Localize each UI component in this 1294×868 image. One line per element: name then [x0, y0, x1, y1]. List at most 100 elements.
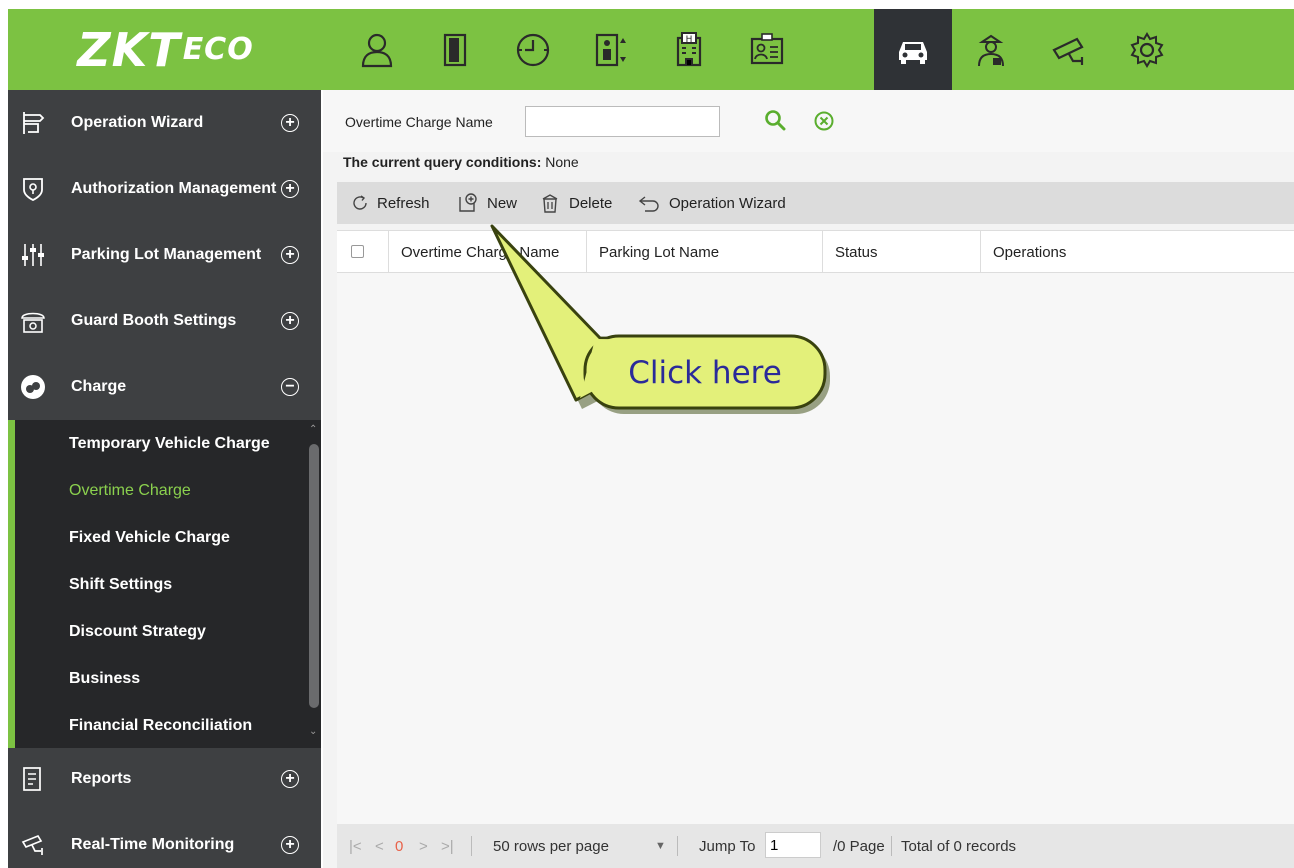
operation-wizard-button[interactable]: Operation Wizard: [637, 182, 786, 224]
pagination-bar: |< < 0 > >| 50 rows per page ▼ Jump To /…: [337, 824, 1294, 868]
module-elevator[interactable]: [572, 9, 650, 90]
module-visitor[interactable]: [728, 9, 806, 90]
select-all-cell: [337, 231, 389, 273]
expand-icon[interactable]: +: [281, 770, 299, 788]
column-header-overtime-charge-name[interactable]: Overtime Charge Name: [389, 231, 587, 273]
submenu-scrollbar[interactable]: ⌃ ⌄: [305, 420, 321, 748]
sidebar-item-label: Real-Time Monitoring: [71, 836, 235, 853]
expand-icon[interactable]: +: [281, 246, 299, 264]
module-personnel[interactable]: [338, 9, 416, 90]
elevator-icon: [595, 33, 626, 66]
pager-divider: [677, 836, 678, 856]
query-conditions-label: The current query conditions:: [343, 154, 542, 170]
jump-to-label: Jump To: [699, 837, 756, 855]
sidebar-item-charge[interactable]: Charge −: [8, 354, 321, 420]
module-video[interactable]: [1030, 9, 1108, 90]
submenu-item-shift-settings[interactable]: Shift Settings: [69, 576, 172, 594]
expand-icon[interactable]: +: [281, 312, 299, 330]
clear-search-icon[interactable]: [813, 110, 835, 132]
select-all-checkbox[interactable]: [351, 245, 364, 258]
expand-icon[interactable]: +: [281, 114, 299, 132]
zkteco-logo: ZKT ECO: [8, 9, 323, 90]
sidebar-item-reports[interactable]: Reports +: [8, 746, 321, 812]
column-header-parking-lot-name[interactable]: Parking Lot Name: [587, 231, 823, 273]
scroll-down-icon[interactable]: ⌄: [309, 726, 317, 737]
search-icon[interactable]: [763, 108, 787, 132]
column-header-operations: Operations: [993, 243, 1067, 261]
submenu-accent-bar: [8, 420, 15, 748]
collapse-icon[interactable]: −: [281, 378, 299, 396]
column-header-status[interactable]: Status: [823, 231, 981, 273]
sidebar-item-label: Operation Wizard: [71, 114, 204, 131]
current-page-number: 0: [395, 837, 404, 855]
page-total: /0 Page: [833, 837, 885, 855]
pager-divider: [471, 836, 472, 856]
search-panel: Overtime Charge Name: [323, 90, 1294, 152]
video-camera-icon: [1052, 37, 1084, 65]
submenu-item-financial-reconciliation[interactable]: Financial Reconciliation: [69, 717, 252, 735]
parking-car-icon: [899, 41, 927, 64]
overtime-charge-name-input[interactable]: [525, 106, 720, 137]
total-records: Total of 0 records: [901, 837, 1017, 855]
main-content: Overtime Charge Name The current query c…: [323, 90, 1294, 868]
prev-page-icon[interactable]: <: [375, 824, 384, 868]
module-access[interactable]: [416, 9, 494, 90]
submenu-item-fixed-vehicle-charge[interactable]: Fixed Vehicle Charge: [69, 529, 230, 547]
module-patrol[interactable]: [952, 9, 1030, 90]
operation-wizard-label: Operation Wizard: [669, 194, 786, 212]
scroll-up-icon[interactable]: ⌃: [309, 424, 317, 435]
expand-icon[interactable]: +: [281, 836, 299, 854]
expand-icon[interactable]: +: [281, 180, 299, 198]
reports-doc-icon: [20, 766, 46, 792]
sidebar-item-guard-booth-settings[interactable]: Guard Booth Settings +: [8, 288, 321, 354]
sidebar-item-parking-lot-management[interactable]: Parking Lot Management +: [8, 222, 321, 288]
data-table: Overtime Charge Name Parking Lot Name St…: [337, 230, 1294, 824]
submenu-item-overtime-charge[interactable]: Overtime Charge: [69, 482, 191, 500]
submenu-item-temporary-vehicle-charge[interactable]: Temporary Vehicle Charge: [69, 435, 270, 453]
last-page-icon[interactable]: >|: [441, 824, 454, 868]
monitoring-camera-icon: [20, 832, 46, 858]
submenu-item-discount-strategy[interactable]: Discount Strategy: [69, 623, 206, 641]
delete-button[interactable]: Delete: [539, 182, 612, 224]
module-system[interactable]: [1108, 9, 1186, 90]
rows-per-page-select[interactable]: 50 rows per page: [493, 824, 609, 868]
access-door-icon: [443, 33, 467, 66]
sidebar-item-label: Guard Booth Settings: [71, 312, 237, 329]
wizard-return-icon: [638, 196, 659, 212]
new-label: New: [487, 194, 518, 212]
pager-divider: [891, 836, 892, 856]
query-conditions-value: None: [545, 154, 579, 170]
refresh-label: Refresh: [377, 194, 430, 212]
sidebar-item-label: Authorization Management: [71, 180, 277, 197]
new-document-icon: [459, 193, 477, 212]
refresh-icon: [353, 195, 367, 210]
scrollbar-thumb[interactable]: [309, 444, 319, 708]
module-attendance[interactable]: [494, 9, 572, 90]
delete-label: Delete: [569, 194, 613, 212]
sidebar-item-label: Parking Lot Management: [71, 246, 262, 263]
sidebar-item-authorization-management[interactable]: Authorization Management +: [8, 156, 321, 222]
new-button[interactable]: New: [457, 182, 517, 224]
sidebar-item-label: Reports: [71, 770, 132, 787]
sidebar-item-real-time-monitoring[interactable]: Real-Time Monitoring +: [8, 812, 321, 868]
submenu-item-business[interactable]: Business: [69, 670, 140, 688]
module-hotel[interactable]: H: [650, 9, 728, 90]
app-window: ZKT ECO H Operation Wizard + Authorizati…: [0, 0, 1294, 868]
module-parking[interactable]: [874, 9, 952, 90]
chevron-down-icon[interactable]: ▼: [655, 824, 666, 868]
parking-sliders-icon: [20, 242, 46, 268]
sidebar-item-label: Charge: [71, 378, 127, 395]
first-page-icon[interactable]: |<: [349, 824, 362, 868]
personnel-icon: [361, 33, 393, 67]
sidebar-item-operation-wizard[interactable]: Operation Wizard +: [8, 90, 321, 156]
refresh-button[interactable]: Refresh: [351, 182, 430, 224]
jump-to-page-input[interactable]: [765, 832, 821, 858]
search-field-label: Overtime Charge Name: [345, 114, 493, 130]
action-toolbar: Refresh New Delete Operation Wizard: [337, 182, 1294, 224]
authorization-shield-icon: [20, 176, 46, 202]
top-navigation-bar: ZKT ECO H: [8, 9, 1294, 90]
next-page-icon[interactable]: >: [419, 824, 428, 868]
callout-text: Click here: [628, 355, 782, 391]
charge-coins-icon: [20, 374, 46, 400]
logo-text-sub: ECO: [182, 32, 254, 67]
